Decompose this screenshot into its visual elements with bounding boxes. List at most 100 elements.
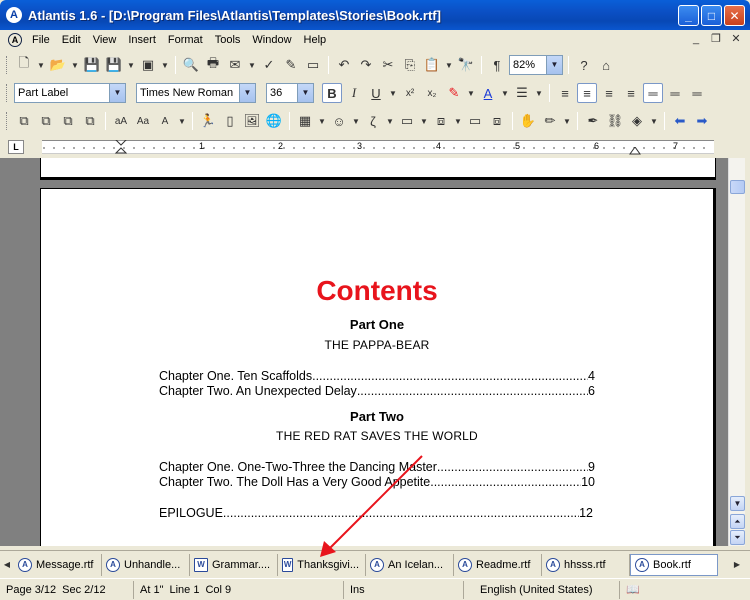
underline-button[interactable]: U	[366, 83, 386, 103]
list-icon[interactable]: ☰	[512, 83, 532, 103]
font-case-icon[interactable]: Aa	[133, 111, 153, 131]
chevron-down-icon[interactable]: ▼	[466, 83, 476, 103]
change-case-icon[interactable]: aA	[111, 111, 131, 131]
toc-entry[interactable]: Chapter Two. The Doll Has a Very Good Ap…	[159, 475, 595, 489]
toolbar-grip[interactable]	[6, 56, 9, 74]
zoom-select[interactable]: 82% ▼	[509, 55, 563, 75]
open-folder-icon[interactable]: 📂	[48, 55, 68, 75]
new-document-icon[interactable]: 🗋	[14, 55, 34, 75]
chevron-down-icon[interactable]: ▼	[160, 55, 170, 75]
close-button[interactable]: ✕	[724, 5, 745, 26]
menu-window[interactable]: Window	[246, 34, 297, 46]
header-icon[interactable]: ▭	[397, 111, 417, 131]
doc-tab[interactable]: A Readme.rtf	[454, 553, 542, 576]
chevron-down-icon[interactable]: ▼	[500, 83, 510, 103]
chevron-down-icon[interactable]: ▼	[36, 55, 46, 75]
font-select[interactable]: Times New Roman ▼	[136, 83, 256, 103]
redo-icon[interactable]: ↷	[356, 55, 376, 75]
doc-tab[interactable]: A Message.rtf	[14, 553, 102, 576]
subscript-icon[interactable]: x₂	[422, 83, 442, 103]
double-spacing-icon[interactable]: ═	[687, 83, 707, 103]
menu-help[interactable]: Help	[298, 34, 333, 46]
table-icon[interactable]: ▦	[295, 111, 315, 131]
chevron-down-icon[interactable]: ▼	[297, 84, 313, 102]
forward-arrow-icon[interactable]: ➡	[692, 111, 712, 131]
back-arrow-icon[interactable]: ⬅	[670, 111, 690, 131]
chevron-down-icon[interactable]: ▼	[126, 55, 136, 75]
book-icon[interactable]: 📖	[620, 581, 650, 599]
section-icon[interactable]: ⧈	[431, 111, 451, 131]
doc-close-button[interactable]: ✕	[728, 32, 744, 46]
paste-icon[interactable]: 📋	[422, 55, 442, 75]
page-icon[interactable]: ▯	[220, 111, 240, 131]
paste-format-icon[interactable]: ⧉	[36, 111, 56, 131]
menu-insert[interactable]: Insert	[122, 34, 162, 46]
text-effects-icon[interactable]: A	[155, 111, 175, 131]
run-icon[interactable]: 🏃	[198, 111, 218, 131]
menu-file[interactable]: File	[26, 34, 56, 46]
status-insert-mode[interactable]: Ins	[344, 580, 464, 599]
form-icon[interactable]: ▭	[303, 55, 323, 75]
chevron-down-icon[interactable]: ▼	[453, 111, 463, 131]
find-icon[interactable]: 🔭	[456, 55, 476, 75]
horizontal-ruler[interactable]: 1 2 3 4 5 6 7	[42, 140, 714, 155]
marker-icon[interactable]: ✏	[540, 111, 560, 131]
vertical-scrollbar[interactable]: ▼ ⏶ ⏷	[728, 158, 745, 546]
toc-entry[interactable]: Chapter One. One-Two-Three the Dancing M…	[159, 460, 595, 474]
doc-tab[interactable]: W Thanksgivi...	[278, 553, 366, 576]
copy-format-icon[interactable]: ⧉	[14, 111, 34, 131]
chevron-down-icon[interactable]: ▼	[239, 84, 255, 102]
doc-tab[interactable]: W Grammar....	[190, 553, 278, 576]
chevron-down-icon[interactable]: ▼	[546, 56, 562, 74]
minimize-button[interactable]: _	[678, 5, 699, 26]
right-indent-marker[interactable]	[629, 147, 641, 155]
document-area[interactable]: Contents Part One THE PAPPA-BEAR Chapter…	[0, 158, 728, 546]
document-icon[interactable]: A	[8, 33, 22, 47]
footnote-icon[interactable]: ▭	[465, 111, 485, 131]
toc-entry[interactable]: EPILOGUE ...............................…	[159, 506, 593, 520]
toc-entry[interactable]: Chapter Two. An Unexpected Delay .......…	[159, 384, 595, 398]
stack-icon[interactable]: ◈	[627, 111, 647, 131]
link-icon[interactable]: ⛓	[605, 111, 625, 131]
font-size-select[interactable]: 36 ▼	[266, 83, 314, 103]
chevron-down-icon[interactable]: ▼	[419, 111, 429, 131]
highlight-icon[interactable]: ✎	[444, 83, 464, 103]
copy-icon[interactable]: ⎘	[400, 55, 420, 75]
chevron-down-icon[interactable]: ▼	[385, 111, 395, 131]
tab-scroll-right-icon[interactable]: ▶	[730, 560, 744, 569]
doc-restore-button[interactable]: ❐	[708, 32, 724, 46]
toc-entry[interactable]: Chapter One. Ten Scaffolds .............…	[159, 369, 595, 383]
superscript-icon[interactable]: x²	[400, 83, 420, 103]
menu-tools[interactable]: Tools	[209, 34, 247, 46]
chevron-down-icon[interactable]: ▼	[351, 111, 361, 131]
toolbar-grip[interactable]	[6, 112, 9, 130]
home-icon[interactable]: ⌂	[596, 55, 616, 75]
menu-view[interactable]: View	[87, 34, 123, 46]
print-preview-icon[interactable]: 🔍	[181, 55, 201, 75]
chevron-down-icon[interactable]: ▼	[444, 55, 454, 75]
help-icon[interactable]: ?	[574, 55, 594, 75]
tab-stop-selector[interactable]: L	[8, 140, 24, 154]
picture-icon[interactable]: 🖼	[242, 111, 262, 131]
toolbar-grip[interactable]	[6, 84, 9, 102]
align-left-icon[interactable]: ≡	[555, 83, 575, 103]
symbol-icon[interactable]: ☺	[329, 111, 349, 131]
align-center-icon[interactable]: ≡	[577, 83, 597, 103]
hand-icon[interactable]: ✋	[518, 111, 538, 131]
save-as-icon[interactable]: 💾	[104, 55, 124, 75]
chevron-down-icon[interactable]: ▼	[70, 55, 80, 75]
doc-tab[interactable]: A Unhandle...	[102, 553, 190, 576]
doc-minimize-button[interactable]: _	[688, 32, 704, 46]
bold-button[interactable]: B	[322, 83, 342, 103]
justify-icon[interactable]: ≡	[621, 83, 641, 103]
italic-button[interactable]: I	[344, 83, 364, 103]
style-select[interactable]: Part Label ▼	[14, 83, 126, 103]
chevron-down-icon[interactable]: ▼	[534, 83, 544, 103]
email-icon[interactable]: ✉	[225, 55, 245, 75]
spellcheck-icon[interactable]: ✓	[259, 55, 279, 75]
single-spacing-icon[interactable]: ═	[643, 83, 663, 103]
autocorrect-icon[interactable]: ✎	[281, 55, 301, 75]
one-half-spacing-icon[interactable]: ═	[665, 83, 685, 103]
object-icon[interactable]: 🌐	[264, 111, 284, 131]
doc-tab-active[interactable]: A Book.rtf	[630, 553, 718, 576]
